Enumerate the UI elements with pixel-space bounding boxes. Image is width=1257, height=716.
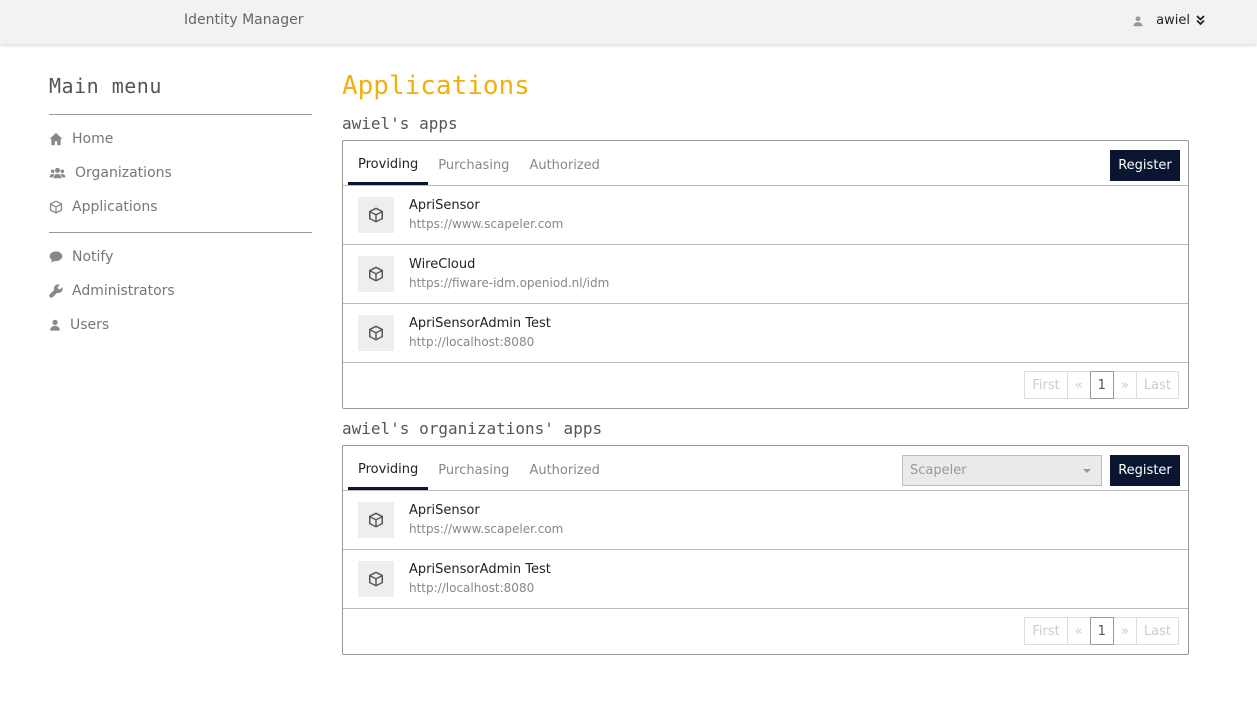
sidebar-item-label: Organizations [75, 165, 172, 181]
app-row[interactable]: ApriSensorAdmin Test http://localhost:80… [343, 550, 1188, 609]
sidebar-title: Main menu [49, 70, 312, 115]
sidebar-item-label: Applications [72, 199, 158, 215]
pager-next[interactable]: » [1112, 371, 1137, 399]
secondary-nav: Notify Administrators Users [49, 233, 312, 349]
app-url: http://localhost:8080 [409, 581, 535, 595]
app-icon [358, 502, 394, 538]
panel-footer: First « 1 » Last [343, 363, 1188, 408]
cube-icon [49, 200, 63, 214]
tab-purchasing[interactable]: Purchasing [428, 141, 519, 185]
users-icon [49, 167, 66, 179]
panel-header: Providing Purchasing Authorized Register [343, 141, 1188, 186]
panel-footer: First « 1 » Last [343, 609, 1188, 654]
my-apps-panel: Providing Purchasing Authorized Register… [342, 140, 1189, 409]
wrench-icon [49, 284, 63, 298]
app-url: https://www.scapeler.com [409, 217, 564, 231]
app-icon [358, 315, 394, 351]
main-content: Applications awiel's apps Providing Purc… [342, 68, 1189, 655]
sidebar-item-label: Administrators [72, 283, 175, 299]
caret-down-icon [1083, 469, 1091, 473]
pager-prev[interactable]: « [1066, 371, 1091, 399]
tab-purchasing[interactable]: Purchasing [428, 446, 519, 490]
chevron-down-icon [1196, 15, 1205, 26]
brand-title[interactable]: Identity Manager [184, 12, 303, 28]
sidebar-item-administrators[interactable]: Administrators [49, 274, 312, 308]
sidebar: Main menu Home Organizations Application… [49, 70, 312, 349]
app-name[interactable]: WireCloud [409, 257, 475, 272]
app-row[interactable]: WireCloud https://fiware-idm.openiod.nl/… [343, 245, 1188, 304]
comment-icon [49, 251, 63, 263]
username: awiel [1156, 13, 1190, 28]
cube-icon [369, 325, 383, 341]
pagination: First « 1 » Last [1024, 617, 1179, 645]
home-icon [49, 132, 63, 146]
app-name[interactable]: ApriSensorAdmin Test [409, 562, 551, 577]
app-url: http://localhost:8080 [409, 335, 535, 349]
sidebar-item-users[interactable]: Users [49, 308, 312, 342]
org-apps-panel: Providing Purchasing Authorized Scapeler… [342, 445, 1189, 655]
pagination: First « 1 » Last [1024, 371, 1179, 399]
pager-prev[interactable]: « [1066, 617, 1091, 645]
cube-icon [369, 266, 383, 282]
organization-select[interactable]: Scapeler [902, 455, 1102, 486]
pager-last[interactable]: Last [1135, 617, 1179, 645]
app-row[interactable]: ApriSensor https://www.scapeler.com [343, 186, 1188, 245]
app-url: https://www.scapeler.com [409, 522, 564, 536]
cube-icon [369, 512, 383, 528]
tab-providing[interactable]: Providing [348, 446, 429, 490]
my-apps-title: awiel's apps [342, 114, 458, 133]
app-name[interactable]: ApriSensor [409, 198, 480, 213]
pager-first[interactable]: First [1024, 371, 1068, 399]
tab-bar: Providing Purchasing Authorized [348, 446, 610, 490]
app-icon [358, 561, 394, 597]
pager-current[interactable]: 1 [1089, 617, 1114, 645]
panel-header: Providing Purchasing Authorized Scapeler… [343, 446, 1188, 491]
sidebar-item-home[interactable]: Home [49, 122, 312, 156]
tab-bar: Providing Purchasing Authorized [348, 141, 610, 185]
tab-providing[interactable]: Providing [348, 141, 429, 185]
user-icon [50, 319, 60, 331]
cube-icon [369, 207, 383, 223]
register-button[interactable]: Register [1110, 455, 1180, 486]
sidebar-item-label: Home [72, 131, 114, 147]
pager-next[interactable]: » [1112, 617, 1137, 645]
pager-last[interactable]: Last [1135, 371, 1179, 399]
app-icon [358, 197, 394, 233]
org-apps-title: awiel's organizations' apps [342, 419, 603, 438]
app-row[interactable]: ApriSensorAdmin Test http://localhost:80… [343, 304, 1188, 363]
app-url: https://fiware-idm.openiod.nl/idm [409, 276, 610, 290]
sidebar-item-label: Notify [72, 249, 114, 265]
sidebar-item-applications[interactable]: Applications [49, 190, 312, 224]
organization-select-value: Scapeler [910, 463, 967, 478]
tab-authorized[interactable]: Authorized [519, 141, 609, 185]
sidebar-item-label: Users [70, 317, 110, 333]
pager-current[interactable]: 1 [1089, 371, 1114, 399]
tab-authorized[interactable]: Authorized [519, 446, 609, 490]
sidebar-item-organizations[interactable]: Organizations [49, 156, 312, 190]
app-row[interactable]: ApriSensor https://www.scapeler.com [343, 491, 1188, 550]
app-name[interactable]: ApriSensor [409, 503, 480, 518]
sidebar-item-notify[interactable]: Notify [49, 240, 312, 274]
page-title: Applications [342, 71, 530, 101]
pager-first[interactable]: First [1024, 617, 1068, 645]
app-name[interactable]: ApriSensorAdmin Test [409, 316, 551, 331]
cube-icon [369, 571, 383, 587]
main-nav: Home Organizations Applications [49, 115, 312, 233]
app-icon [358, 256, 394, 292]
user-icon [1133, 15, 1143, 26]
top-bar: Identity Manager awiel [0, 0, 1257, 44]
register-button[interactable]: Register [1110, 150, 1180, 181]
user-menu[interactable]: awiel [1132, 13, 1205, 28]
